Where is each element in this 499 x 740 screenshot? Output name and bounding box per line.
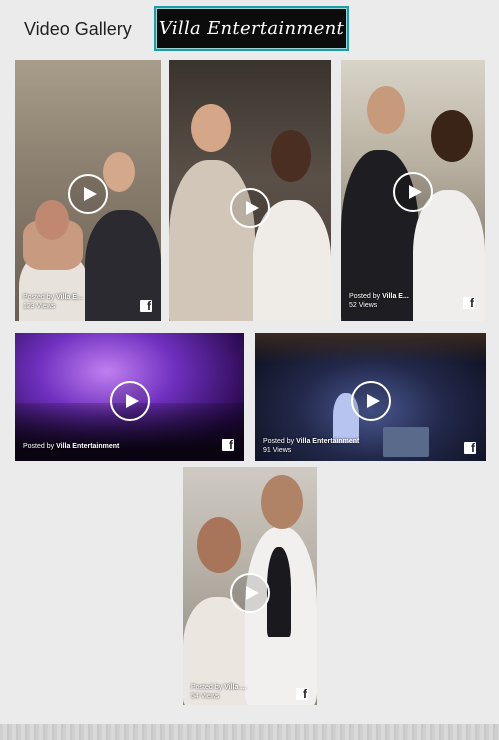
play-icon <box>408 185 422 199</box>
view-count: 123 Views <box>23 303 56 310</box>
page-footer-texture <box>0 724 499 740</box>
facebook-icon[interactable]: f <box>296 688 308 700</box>
video-thumbnail-5[interactable]: Posted by Villa Entertainment 91 Views f <box>255 333 486 461</box>
facebook-glyph: f <box>147 300 151 312</box>
video-1-meta: Posted by Villa E... 123 Views <box>23 293 83 311</box>
video-author[interactable]: Villa Entertainment <box>296 438 359 445</box>
video-6-meta: Posted by Villa ... 54 Views <box>191 683 246 701</box>
play-icon <box>245 201 259 215</box>
play-icon <box>245 586 259 600</box>
video-author[interactable]: Villa Entertainment <box>56 443 119 450</box>
posted-by-label: Posted by <box>263 438 295 445</box>
video-6-groom-head <box>261 475 303 529</box>
play-icon <box>366 394 380 408</box>
facebook-glyph: f <box>471 442 475 454</box>
villa-entertainment-logo[interactable]: Villa Entertainment <box>154 6 349 51</box>
facebook-glyph: f <box>470 297 474 309</box>
video-2-groom <box>169 160 255 321</box>
video-author[interactable]: Villa ... <box>224 684 246 691</box>
play-button-3[interactable] <box>393 172 433 212</box>
video-3-bride-head <box>431 110 473 162</box>
video-2-bride-head <box>271 130 311 182</box>
video-thumbnail-1[interactable]: Posted by Villa E... 123 Views f <box>15 60 161 321</box>
play-icon <box>125 394 139 408</box>
posted-by-label: Posted by <box>23 443 55 450</box>
logo-text: Villa Entertainment <box>158 18 345 39</box>
video-5-meta: Posted by Villa Entertainment 91 Views <box>263 437 359 455</box>
video-3-groom-head <box>367 86 405 134</box>
video-author[interactable]: Villa E... <box>56 294 83 301</box>
play-button-1[interactable] <box>68 174 108 214</box>
video-4-meta: Posted by Villa Entertainment <box>23 442 119 451</box>
video-thumbnail-3[interactable]: Posted by Villa E... 52 Views f <box>341 60 485 321</box>
video-2-groom-head <box>191 104 231 152</box>
posted-by-label: Posted by <box>349 293 381 300</box>
posted-by-label: Posted by <box>191 684 223 691</box>
view-count: 54 Views <box>191 693 220 700</box>
video-5-ceiling <box>255 333 486 363</box>
video-3-meta: Posted by Villa E... 52 Views <box>349 292 409 310</box>
facebook-icon[interactable]: f <box>463 297 475 309</box>
page-title: Video Gallery <box>24 19 132 39</box>
play-button-6[interactable] <box>230 573 270 613</box>
posted-by-label: Posted by <box>23 294 55 301</box>
video-6-groom-vest <box>267 547 291 637</box>
facebook-icon[interactable]: f <box>140 300 152 312</box>
play-button-5[interactable] <box>351 381 391 421</box>
play-button-4[interactable] <box>110 381 150 421</box>
gallery-header: Video Gallery Villa Entertainment <box>0 0 499 56</box>
facebook-glyph: f <box>303 688 307 700</box>
video-1-groom-head <box>103 152 135 192</box>
video-thumbnail-4[interactable]: Posted by Villa Entertainment f <box>15 333 244 461</box>
facebook-icon[interactable]: f <box>222 439 234 451</box>
view-count: 52 Views <box>349 302 378 309</box>
video-1-bride-head <box>35 200 69 240</box>
facebook-glyph: f <box>229 439 233 451</box>
video-5-screen <box>383 427 429 457</box>
play-button-2[interactable] <box>230 188 270 228</box>
video-author[interactable]: Villa E... <box>382 293 409 300</box>
facebook-icon[interactable]: f <box>464 442 476 454</box>
video-6-bride-head <box>197 517 241 573</box>
video-thumbnail-6[interactable]: Posted by Villa ... 54 Views f <box>183 467 317 705</box>
play-icon <box>83 187 97 201</box>
video-thumbnail-2[interactable] <box>169 60 331 321</box>
view-count: 91 Views <box>263 447 292 454</box>
